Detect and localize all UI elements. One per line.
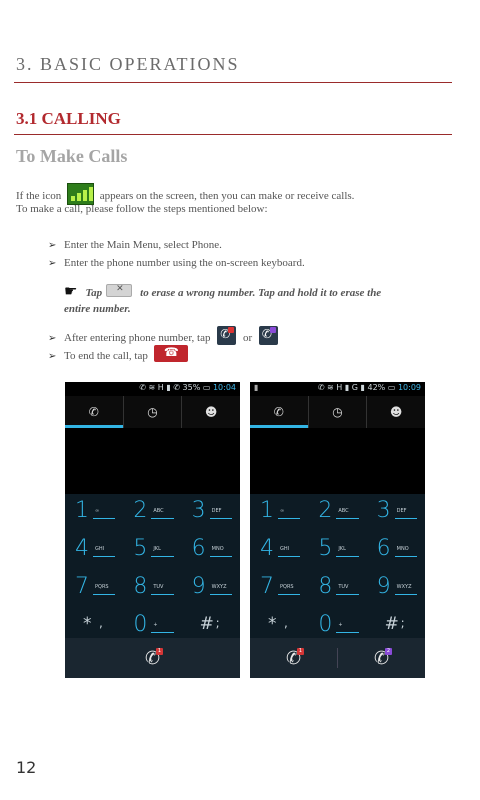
key-8[interactable]: 8 TUV — [308, 570, 366, 608]
key-9[interactable]: 9 WXYZ — [182, 570, 240, 608]
phone-icon: ✆ — [273, 405, 284, 419]
note-text: to erase a wrong number. Tap and hold it… — [140, 287, 382, 299]
signal-strength-icon — [66, 183, 94, 205]
tab-call-log[interactable]: ◷ — [309, 396, 368, 428]
clock-icon: ◷ — [147, 405, 158, 419]
bullet-arrow-icon: ➢ — [48, 240, 57, 251]
key-5[interactable]: 5 JKL — [123, 532, 181, 570]
bullet-arrow-icon: ➢ — [48, 333, 57, 344]
pointing-hand-icon: ☛ — [64, 282, 78, 300]
key-9[interactable]: 9 WXYZ — [367, 570, 425, 608]
call-bar: ✆ 1 — [65, 638, 240, 678]
key-1[interactable]: 1 ∞ — [250, 494, 308, 532]
contacts-icon: ☻ — [204, 405, 218, 419]
phone-icon: ✆ — [88, 405, 99, 419]
sim1-call-icon: ✆ — [217, 326, 237, 345]
key-3[interactable]: 3 DEF — [367, 494, 425, 532]
step-item: ➢ To end the call, tap — [48, 345, 188, 362]
intro-before-icon: If the icon — [16, 190, 62, 202]
key-6[interactable]: 6 MNO — [367, 532, 425, 570]
key-8[interactable]: 8 TUV — [123, 570, 181, 608]
section-rule — [14, 134, 452, 135]
dialer-tabbar: ✆ ◷ ☻ — [65, 396, 240, 428]
status-bar: ▮ ✆ ≋ H ▮ G ▮ 42% ▭ 10:09 — [250, 382, 425, 396]
tab-contacts[interactable]: ☻ — [182, 396, 240, 428]
step-item: ➢ Enter the Main Menu, select Phone. — [48, 239, 222, 251]
step-item: ➢ Enter the phone number using the on-scr… — [48, 257, 305, 269]
status-clock: 10:04 — [212, 383, 236, 392]
note-tap: Tap — [85, 287, 103, 299]
phone-screenshot-dual-sim: ▮ ✆ ≋ H ▮ G ▮ 42% ▭ 10:09 ✆ ◷ ☻ 1 ∞ 2 ABC … — [250, 382, 425, 678]
end-call-icon — [153, 345, 188, 362]
delete-key-icon — [106, 284, 133, 297]
subsection-title: To Make Calls — [16, 146, 128, 166]
tab-phone[interactable]: ✆ — [65, 396, 124, 428]
intro-line-2: To make a call, please follow the steps … — [16, 203, 268, 215]
step-text: Enter the phone number using the on-scre… — [64, 257, 305, 269]
tab-call-log[interactable]: ◷ — [124, 396, 183, 428]
contacts-icon: ☻ — [389, 405, 403, 419]
note-line-1: ☛ Tap to erase a wrong number. Tap and hol… — [64, 282, 381, 300]
step-item: ➢ After entering phone number, tap ✆ or ✆ — [48, 326, 282, 345]
key-6[interactable]: 6 MNO — [182, 532, 240, 570]
top-rule — [14, 82, 452, 83]
step-text: After entering phone number, tap — [64, 332, 211, 344]
dialer-tabbar: ✆ ◷ ☻ — [250, 396, 425, 428]
key-4[interactable]: 4 GHI — [65, 532, 123, 570]
key-7[interactable]: 7 PQRS — [250, 570, 308, 608]
intro-line-1: If the icon appears on the screen, then … — [16, 183, 354, 205]
key-7[interactable]: 7 PQRS — [65, 570, 123, 608]
or-text: or — [242, 332, 253, 344]
step-text: Enter the Main Menu, select Phone. — [64, 239, 222, 251]
key-2[interactable]: 2 ABC — [123, 494, 181, 532]
step-text: To end the call, tap — [64, 350, 148, 362]
note-line-2: entire number. — [64, 303, 131, 315]
sim-badge: 2 — [385, 648, 392, 655]
status-clock: 10:09 — [397, 383, 421, 392]
dialpad: 1 ∞ 2 ABC 3 DEF 4 GHI 5 JKL 6 MNO 7 PQRS 8 TUV 9… — [65, 494, 240, 638]
number-display — [65, 428, 240, 494]
key-4[interactable]: 4 GHI — [250, 532, 308, 570]
call-bar: ✆ 1 ✆ 2 — [250, 638, 425, 678]
bullet-arrow-icon: ➢ — [48, 258, 57, 269]
sim2-call-icon: ✆ — [258, 326, 278, 345]
bullet-arrow-icon: ➢ — [48, 351, 57, 362]
tab-contacts[interactable]: ☻ — [367, 396, 425, 428]
number-display — [250, 428, 425, 494]
call-button-sim2[interactable]: ✆ 2 — [338, 638, 425, 678]
chapter-title: 3. BASIC OPERATIONS — [16, 54, 240, 74]
page-number: 12 — [16, 758, 37, 777]
key-1[interactable]: 1 ∞ — [65, 494, 123, 532]
key-3[interactable]: 3 DEF — [182, 494, 240, 532]
key-5[interactable]: 5 JKL — [308, 532, 366, 570]
sim-badge: 1 — [156, 648, 163, 655]
status-bar: ✆ ≋ H ▮ ✆ 35% ▭ 10:04 — [65, 382, 240, 396]
dialpad: 1 ∞ 2 ABC 3 DEF 4 GHI 5 JKL 6 MNO 7 PQRS 8 TUV 9… — [250, 494, 425, 638]
phone-screenshot-single-sim: ✆ ≋ H ▮ ✆ 35% ▭ 10:04 ✆ ◷ ☻ 1 ∞ 2 ABC 3 DEF… — [65, 382, 240, 678]
status-icons: ✆ ≋ H ▮ ✆ 35% ▭ 10:04 — [139, 383, 236, 392]
sim-badge: 1 — [297, 648, 304, 655]
status-icons: ✆ ≋ H ▮ G ▮ 42% ▭ 10:09 — [317, 383, 421, 392]
status-left: ▮ — [254, 383, 259, 392]
clock-icon: ◷ — [332, 405, 343, 419]
tab-phone[interactable]: ✆ — [250, 396, 309, 428]
key-2[interactable]: 2 ABC — [308, 494, 366, 532]
section-title: 3.1 CALLING — [16, 109, 121, 128]
intro-after-icon: appears on the screen, then you can make… — [99, 190, 355, 202]
call-button-sim1[interactable]: ✆ 1 — [65, 638, 240, 678]
call-button-sim1[interactable]: ✆ 1 — [250, 638, 337, 678]
